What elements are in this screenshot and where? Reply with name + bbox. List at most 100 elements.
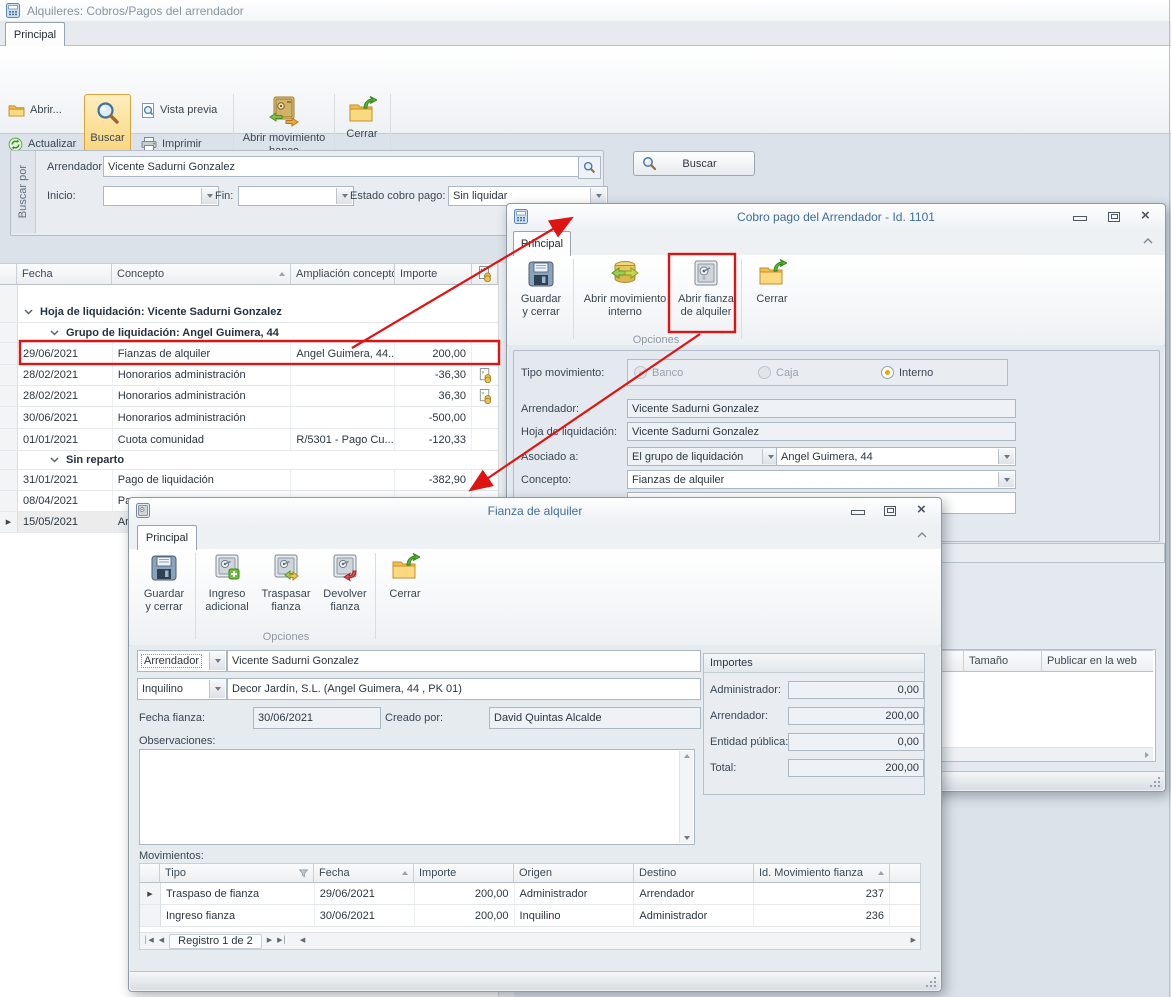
fianza-tab-principal[interactable]: Principal [137, 525, 197, 550]
main-tab-principal[interactable]: Principal [5, 22, 65, 46]
resize-grip[interactable] [1149, 776, 1160, 787]
cobro-guardar-button[interactable]: Guardar y cerrar [511, 259, 571, 339]
row-marker-icon: ▶ [6, 518, 11, 526]
grid-group-row-3[interactable]: Sin reparto [0, 451, 498, 470]
minimize-button[interactable] [851, 510, 865, 515]
arrendador-lookup-button[interactable] [578, 156, 601, 179]
cobro-asociado-combo-2[interactable]: Angel Guimera, 44 [776, 447, 1016, 466]
scroll-up-icon[interactable] [684, 754, 690, 758]
main-titlebar: Alquileres: Cobros/Pagos del arrendador [0, 0, 1171, 22]
collapse-ribbon-icon[interactable] [917, 532, 927, 538]
chevron-down-icon[interactable] [998, 449, 1014, 464]
buscar-button[interactable]: Buscar [633, 151, 755, 176]
close-button[interactable]: × [1141, 207, 1150, 224]
filter-icon[interactable] [299, 869, 308, 878]
cobro-guardar-label-2: y cerrar [522, 306, 559, 319]
grid-header-concepto[interactable]: Concepto [112, 263, 291, 285]
mov-header-fecha[interactable]: Fecha [314, 864, 414, 883]
fin-date-combo[interactable] [238, 186, 354, 206]
mov-header-id[interactable]: Id. Movimiento fianza [754, 864, 890, 883]
nav-next-button[interactable]: ▶ [267, 936, 272, 946]
radio-banco[interactable]: Banco [634, 360, 683, 385]
cobro-hoja-field[interactable]: Vicente Sadurni Gonzalez [627, 422, 1016, 441]
table-row[interactable]: 28/02/2021 Honorarios administración 36,… [0, 386, 498, 407]
fecha-fianza-field[interactable]: 30/06/2021 [253, 707, 381, 729]
hscroll-right-button[interactable]: ▶ [911, 936, 916, 946]
nav-prev-button[interactable]: ◀ [159, 936, 164, 946]
cobro-arrendador-field[interactable]: Vicente Sadurni Gonzalez [627, 399, 1016, 418]
chevron-down-icon[interactable] [24, 309, 33, 315]
chevron-down-icon[interactable] [590, 188, 606, 204]
table-row[interactable]: Ingreso fianza 30/06/2021 200,00 Inquili… [140, 905, 920, 927]
nav-last-button[interactable]: ▶│ [277, 936, 287, 946]
chevron-down-icon[interactable] [209, 652, 225, 670]
table-row[interactable]: 28/02/2021 Honorarios administración -36… [0, 365, 498, 386]
fianza-traspasar-button[interactable]: Traspasar fianza [257, 553, 315, 639]
cobro-abrir-fianza-button[interactable]: Abrir fianza de alquiler [675, 259, 737, 339]
table-row[interactable]: ▶ Traspaso de fianza 29/06/2021 200,00 A… [140, 883, 920, 905]
fianza-cerrar-button[interactable]: Cerrar [379, 553, 431, 639]
grid-group-row-1[interactable]: Hoja de liquidación: Vicente Sadurni Gon… [0, 301, 498, 323]
fianza-arrendador-field[interactable]: Vicente Sadurni Gonzalez [227, 650, 701, 672]
radio-interno[interactable]: Interno [881, 360, 933, 385]
radio-caja[interactable]: Caja [758, 360, 799, 385]
chevron-down-icon[interactable] [50, 457, 59, 463]
creado-por-field[interactable]: David Quintas Alcalde [489, 707, 701, 729]
importes-admin-field[interactable]: 0,00 [788, 681, 924, 699]
textarea-scrollbar[interactable] [679, 751, 693, 843]
docs-header-tamano[interactable]: Tamaño [964, 650, 1042, 672]
abrir-button[interactable]: Abrir... [8, 100, 62, 120]
movimientos-label: Movimientos: [139, 849, 204, 862]
scroll-down-icon[interactable] [684, 836, 690, 840]
grid-group-row-2[interactable]: Grupo de liquidación: Angel Guimera, 44 [0, 323, 498, 343]
docs-header-publicar[interactable]: Publicar en la web [1042, 650, 1153, 672]
table-row[interactable]: 29/06/2021 Fianzas de alquiler Angel Gui… [0, 343, 498, 365]
maximize-button[interactable] [884, 506, 896, 516]
hscroll-left-button[interactable]: ◀ [300, 936, 305, 946]
fianza-devolver-button[interactable]: Devolver fianza [317, 553, 373, 639]
grid-header-fecha[interactable]: Fecha [17, 263, 112, 285]
fianza-selector-2-combo[interactable]: Inquilino [137, 678, 227, 700]
cobro-cerrar-button[interactable]: Cerrar [745, 259, 799, 339]
minimize-button[interactable] [1073, 216, 1087, 221]
mov-header-importe[interactable]: Importe [414, 864, 514, 883]
fianza-inquilino-field[interactable]: Decor Jardín, S.L. (Angel Guimera, 44 , … [227, 678, 701, 700]
maximize-button[interactable] [1108, 212, 1120, 222]
inicio-date-combo[interactable] [103, 186, 219, 206]
cobro-fianza-label-1: Abrir fianza [678, 293, 734, 306]
mov-header-destino[interactable]: Destino [634, 864, 754, 883]
cobro-tab-principal[interactable]: Principal [513, 231, 571, 256]
grid-header-importe[interactable]: Importe [395, 263, 472, 285]
fianza-ingreso-adicional-button[interactable]: Ingreso adicional [199, 553, 255, 639]
cobro-asociado-combo-1[interactable]: El grupo de liquidación [627, 447, 780, 466]
mov-header-tipo[interactable]: Tipo [160, 864, 314, 883]
mov-nav-bar: │◀ ◀ Registro 1 de 2 ▶ ▶│ ◀ ▶ [140, 932, 920, 949]
close-button[interactable]: × [917, 501, 926, 518]
cobro-abrir-movimiento-interno-button[interactable]: Abrir movimiento interno [577, 259, 673, 339]
chevron-down-icon[interactable] [998, 472, 1014, 487]
importes-entidad-field[interactable]: 0,00 [788, 733, 924, 751]
collapse-ribbon-icon[interactable] [1143, 238, 1153, 244]
importes-arrendador-field[interactable]: 200,00 [788, 707, 924, 725]
fianza-guardar-button[interactable]: Guardar y cerrar [135, 553, 193, 639]
arrendador-search-input[interactable]: Vicente Sadurni Gonzalez [103, 156, 586, 177]
observaciones-textarea[interactable] [139, 749, 695, 845]
mov-header-filler [890, 864, 920, 883]
table-row[interactable]: 31/01/2021 Pago de liquidación -382,90 [0, 470, 498, 491]
grid-header-receipt[interactable] [472, 263, 498, 285]
chevron-down-icon[interactable] [209, 680, 225, 698]
chevron-down-icon[interactable] [50, 330, 59, 336]
cobro-concepto-combo[interactable]: Fianzas de alquiler [627, 470, 1016, 489]
scroll-right-icon[interactable] [1145, 752, 1149, 758]
buscar-ribbon-label: Buscar [90, 132, 124, 145]
resize-grip[interactable] [925, 976, 936, 987]
table-row[interactable]: 30/06/2021 Honorarios administración -50… [0, 407, 498, 429]
fianza-selector-1-combo[interactable]: Arrendador [137, 650, 227, 672]
fianza-traspasar-label-1: Traspasar [261, 588, 310, 601]
table-row[interactable]: 01/01/2021 Cuota comunidad R/5301 - Pago… [0, 429, 498, 451]
nav-first-button[interactable]: │◀ [144, 936, 154, 946]
vista-previa-button[interactable]: Vista previa [141, 100, 217, 120]
mov-header-origen[interactable]: Origen [514, 864, 634, 883]
importes-total-field[interactable]: 200,00 [788, 759, 924, 777]
grid-header-ampliacion[interactable]: Ampliación concepto [291, 263, 395, 285]
